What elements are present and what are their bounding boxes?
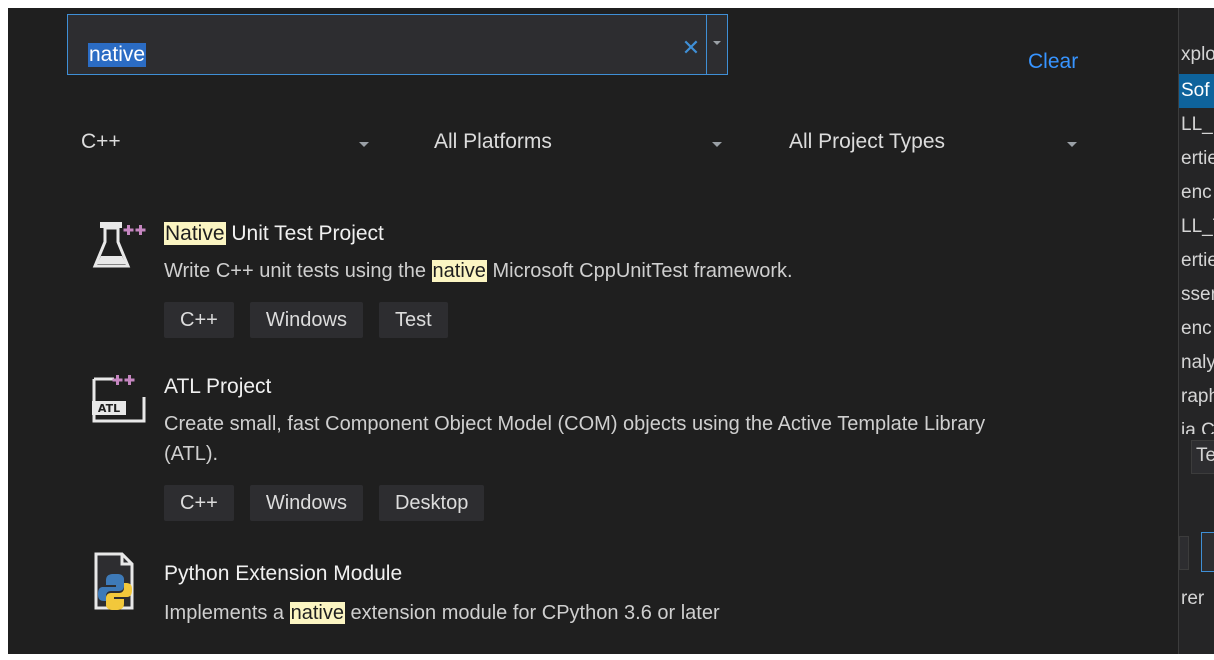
template-description: Implements a native extension module for…	[164, 598, 1024, 628]
template-tags: C++ Windows Test	[164, 302, 448, 338]
title-rest: Unit Test Project	[225, 222, 384, 245]
tag-platform: Windows	[249, 302, 363, 338]
chevron-down-icon	[713, 41, 721, 45]
panel-row[interactable]: ia C	[1179, 414, 1214, 434]
chevron-down-icon	[1067, 142, 1077, 147]
solution-explorer-panel: xplo Sof LL_N ertie enc LL_T ertie ssen …	[1178, 8, 1214, 654]
clear-filters-link[interactable]: Clear	[1028, 50, 1078, 74]
tag-platform: Windows	[249, 485, 363, 521]
template-tags: C++ Windows Desktop	[164, 485, 485, 521]
panel-row[interactable]: enc	[1179, 312, 1214, 346]
project-type-filter[interactable]: All Project Types	[789, 130, 1079, 160]
tag-language: C++	[164, 485, 234, 521]
panel-row-selected[interactable]: Sof	[1179, 74, 1214, 108]
template-native-unit-test[interactable]: Native Unit Test Project Write C++ unit …	[8, 208, 1168, 348]
panel-button-active[interactable]	[1201, 532, 1214, 572]
search-box[interactable]: native ✕	[67, 14, 728, 75]
atl-icon-label: ATL	[98, 402, 120, 415]
language-filter-label: C++	[81, 130, 121, 153]
panel-row[interactable]: LL_T	[1179, 210, 1214, 244]
title-highlight: Native	[164, 222, 226, 245]
template-description: Create small, fast Component Object Mode…	[164, 413, 986, 465]
panel-button[interactable]	[1179, 536, 1189, 570]
panel-tab[interactable]: Te	[1191, 440, 1214, 474]
panel-row[interactable]: xplo	[1179, 38, 1214, 72]
panel-row[interactable]: ertie	[1179, 142, 1214, 176]
desc-text: extension module for CPython 3.6 or late…	[344, 602, 720, 624]
desc-highlight: native	[289, 602, 345, 624]
tag-type: Desktop	[378, 485, 485, 521]
desc-text: Implements a	[164, 602, 290, 624]
panel-row[interactable]: ertie	[1179, 244, 1214, 278]
panel-row[interactable]: enc	[1179, 176, 1214, 210]
chevron-down-icon	[712, 142, 722, 147]
template-atl-project[interactable]: ATL ATL Project Create small, fast Compo…	[8, 363, 1168, 533]
platform-filter[interactable]: All Platforms	[434, 130, 724, 160]
chevron-down-icon	[359, 142, 369, 147]
close-icon[interactable]: ✕	[680, 37, 702, 59]
panel-row[interactable]: LL_N	[1179, 108, 1214, 142]
desc-text: Microsoft CppUnitTest framework.	[486, 260, 793, 282]
template-title: ATL Project	[164, 375, 272, 398]
desc-text: Write C++ unit tests using the	[164, 260, 432, 282]
tag-language: C++	[164, 302, 234, 338]
platform-filter-label: All Platforms	[434, 130, 552, 153]
search-input[interactable]: native	[88, 43, 147, 67]
atl-project-icon: ATL	[92, 375, 146, 423]
project-type-filter-label: All Project Types	[789, 130, 946, 153]
new-project-dialog: native ✕ Clear C++ All Platforms All Pro…	[8, 8, 1214, 654]
flask-test-icon	[92, 222, 146, 268]
desc-highlight: native	[431, 260, 487, 282]
template-description: Write C++ unit tests using the native Mi…	[164, 256, 1024, 286]
language-filter[interactable]: C++	[81, 130, 371, 160]
python-file-icon	[94, 552, 134, 610]
panel-row[interactable]: naly	[1179, 346, 1214, 380]
panel-footer-text: rer	[1181, 588, 1205, 609]
search-history-dropdown[interactable]	[706, 15, 728, 74]
tag-type: Test	[378, 302, 448, 338]
panel-row[interactable]: ssen	[1179, 278, 1214, 312]
panel-row[interactable]: raph	[1179, 380, 1214, 414]
template-title: Native Unit Test Project	[164, 222, 384, 246]
template-python-extension[interactable]: Python Extension Module Implements a nat…	[8, 546, 1168, 636]
template-title: Python Extension Module	[164, 562, 403, 585]
